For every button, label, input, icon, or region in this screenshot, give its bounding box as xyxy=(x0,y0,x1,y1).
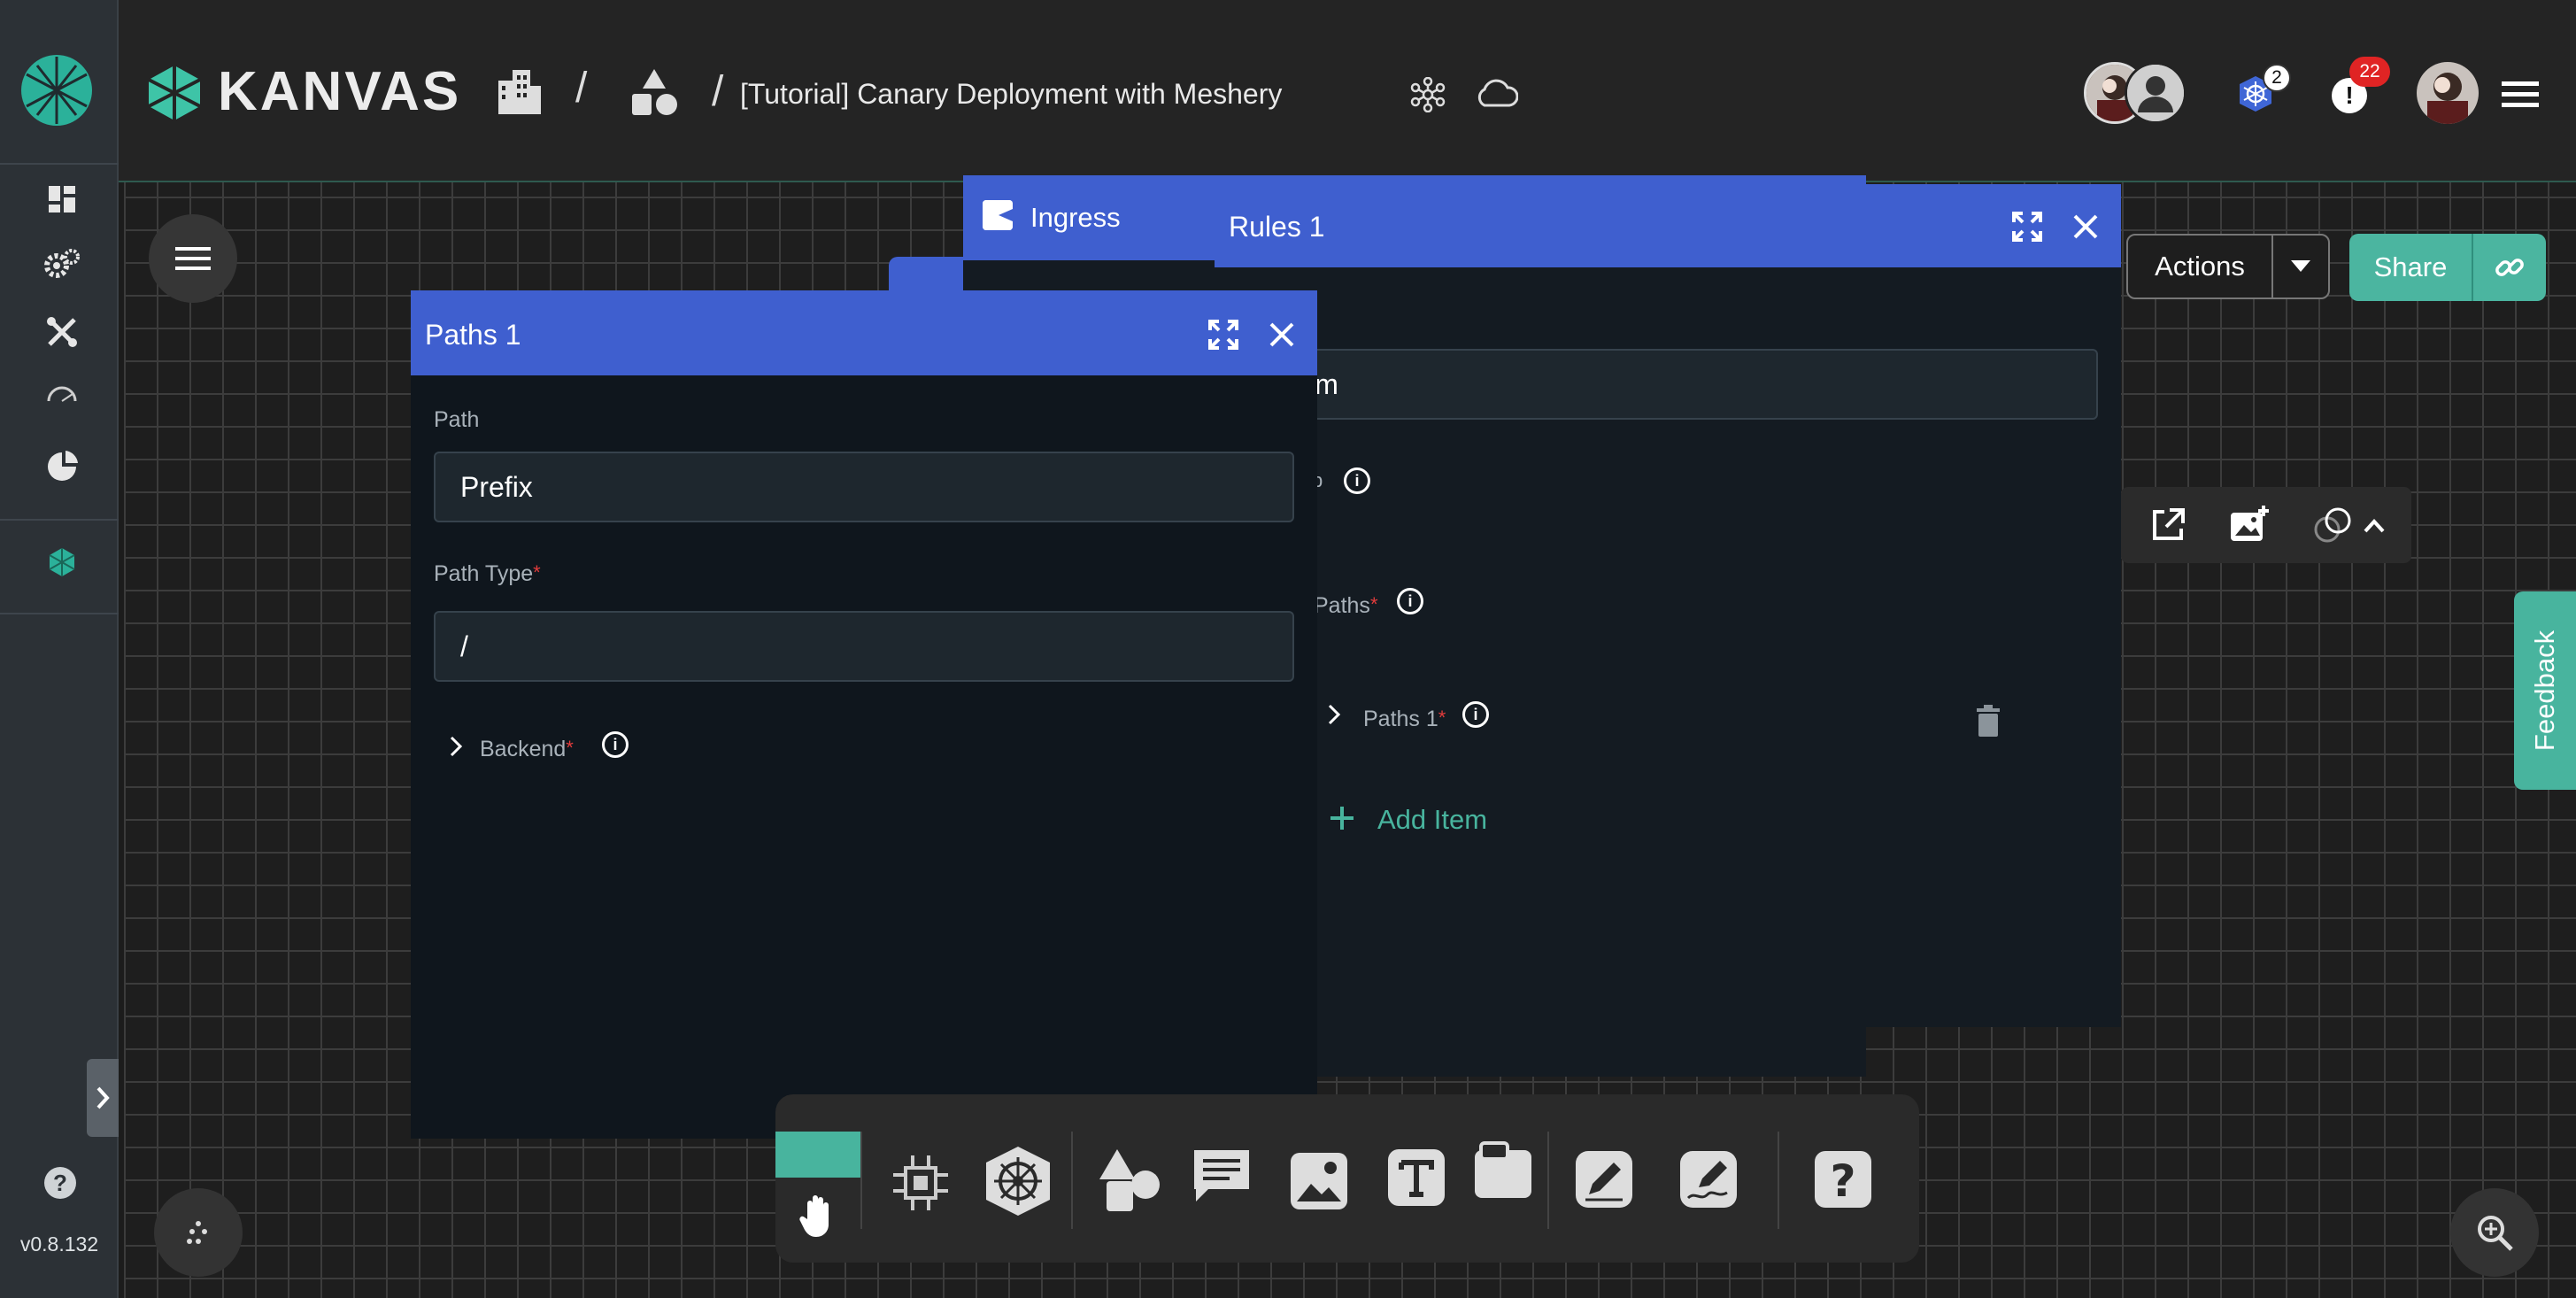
ingress-icon xyxy=(983,200,1013,230)
paths-window-title: Paths 1 xyxy=(425,319,521,351)
toolbar-divider xyxy=(1071,1132,1073,1229)
user-avatar[interactable] xyxy=(2125,62,2187,124)
link-icon[interactable] xyxy=(2473,234,2546,301)
freehand-icon[interactable] xyxy=(1675,1146,1742,1213)
add-image-icon[interactable] xyxy=(2227,503,2271,547)
info-icon[interactable]: i xyxy=(1344,467,1370,494)
host-field[interactable]: nple.com xyxy=(1197,349,2098,420)
meshery-logo[interactable] xyxy=(19,53,94,127)
backend-label[interactable]: Backend* xyxy=(480,737,574,762)
kubernetes-badge: 2 xyxy=(2263,64,2291,92)
help-icon[interactable]: ? xyxy=(44,1167,76,1199)
settings-gears-icon[interactable] xyxy=(42,246,81,282)
close-icon[interactable] xyxy=(1264,317,1300,352)
image-icon[interactable] xyxy=(1285,1147,1353,1215)
section-icon[interactable] xyxy=(1469,1139,1537,1206)
info-icon[interactable]: i xyxy=(1462,701,1489,728)
dashboard-icon[interactable] xyxy=(44,182,80,217)
paths-window-header[interactable]: Paths 1 xyxy=(411,290,1317,375)
cloud-icon[interactable] xyxy=(1473,76,1519,112)
notifications-badge: 22 xyxy=(2349,57,2390,87)
tools-icon[interactable] xyxy=(44,314,80,350)
actions-dropdown[interactable]: Actions xyxy=(2126,234,2330,299)
profile-avatar[interactable] xyxy=(2417,62,2479,124)
open-external-icon[interactable] xyxy=(2148,505,2188,545)
menu-icon[interactable] xyxy=(2500,76,2541,112)
helm-icon[interactable] xyxy=(981,1144,1055,1218)
shapes-icon[interactable] xyxy=(627,66,682,120)
top-bar: KANVAS / / [Tutorial] Canary Deployment … xyxy=(119,0,2576,182)
paths-label: Paths* xyxy=(1314,593,1378,618)
toolbar-divider xyxy=(1547,1132,1549,1229)
building-icon[interactable] xyxy=(492,66,545,119)
paths-window-body: Path Prefix Path Type* / Backend* i xyxy=(411,375,1317,1139)
hand-icon[interactable] xyxy=(793,1190,843,1241)
svg-text:?: ? xyxy=(1830,1155,1855,1207)
component-icon[interactable] xyxy=(885,1147,956,1218)
layout-button[interactable] xyxy=(154,1188,243,1277)
app-name[interactable]: KANVAS xyxy=(218,60,461,123)
path-input[interactable]: Prefix xyxy=(434,452,1294,522)
pen-icon[interactable] xyxy=(1570,1146,1638,1213)
bottom-toolbar: ? xyxy=(775,1094,1919,1263)
chevron-down-icon[interactable] xyxy=(2273,236,2328,297)
shapes-tool-icon[interactable] xyxy=(1092,1144,1167,1218)
rules-window-header[interactable]: Rules 1 xyxy=(1215,184,2121,267)
share-button[interactable]: Share xyxy=(2349,234,2473,301)
performance-icon[interactable] xyxy=(42,447,81,486)
node-toolbar xyxy=(2121,487,2411,563)
info-icon[interactable]: i xyxy=(1397,588,1423,614)
ingress-title: Ingress xyxy=(1030,202,1121,233)
zoom-in-icon[interactable] xyxy=(2450,1188,2539,1277)
layers-icon[interactable] xyxy=(2310,503,2356,547)
gauge-icon[interactable] xyxy=(44,381,80,407)
comment-icon[interactable] xyxy=(1188,1142,1255,1209)
pointer-tool[interactable] xyxy=(775,1132,860,1178)
close-icon[interactable] xyxy=(2068,209,2103,244)
path-label: Path xyxy=(434,407,480,432)
actions-button[interactable]: Actions xyxy=(2128,236,2273,297)
info-icon[interactable]: i xyxy=(602,731,629,758)
chevron-up-icon[interactable] xyxy=(2358,510,2390,542)
fullscreen-icon[interactable] xyxy=(1206,317,1241,352)
add-item-button[interactable]: Add Item xyxy=(1377,804,1487,836)
sidebar-divider xyxy=(0,163,119,165)
path-type-label: Path Type* xyxy=(434,561,541,586)
meshery-icon[interactable] xyxy=(44,545,80,580)
chevron-right-icon[interactable] xyxy=(443,731,469,761)
rules-window: Rules 1 nple.com p i Paths* i Paths 1* i… xyxy=(1197,184,2121,1027)
breadcrumb-separator: / xyxy=(712,68,724,115)
add-icon[interactable] xyxy=(1326,802,1358,834)
chevron-right-icon[interactable] xyxy=(1321,701,1347,728)
feedback-tab[interactable]: Feedback xyxy=(2514,591,2576,790)
kanvas-logo[interactable] xyxy=(145,64,204,122)
sidebar-divider xyxy=(0,613,119,614)
cluster-icon[interactable] xyxy=(1409,76,1446,113)
rules-window-title: Rules 1 xyxy=(1229,211,1325,243)
breadcrumb-separator: / xyxy=(575,65,588,112)
toolbar-divider xyxy=(1778,1132,1779,1229)
left-sidebar: ? v0.8.132 xyxy=(0,0,119,1298)
paths-item-label[interactable]: Paths 1* xyxy=(1363,707,1446,732)
expand-sidebar-button[interactable] xyxy=(87,1059,119,1137)
sidebar-divider xyxy=(0,519,119,521)
design-title[interactable]: [Tutorial] Canary Deployment with Mesher… xyxy=(740,78,1282,111)
version-label: v0.8.132 xyxy=(19,1232,99,1256)
text-icon[interactable] xyxy=(1383,1144,1450,1211)
share-group[interactable]: Share xyxy=(2349,234,2546,301)
canvas-menu-button[interactable] xyxy=(149,214,237,303)
delete-icon[interactable] xyxy=(1972,703,2004,738)
path-type-input[interactable]: / xyxy=(434,611,1294,682)
toolbar-divider xyxy=(860,1132,862,1229)
question-icon[interactable]: ? xyxy=(1809,1146,1877,1213)
paths-window: Paths 1 Path Prefix Path Type* / Backend… xyxy=(411,290,1317,1139)
feedback-label: Feedback xyxy=(2529,630,2561,752)
fullscreen-icon[interactable] xyxy=(2009,209,2045,244)
